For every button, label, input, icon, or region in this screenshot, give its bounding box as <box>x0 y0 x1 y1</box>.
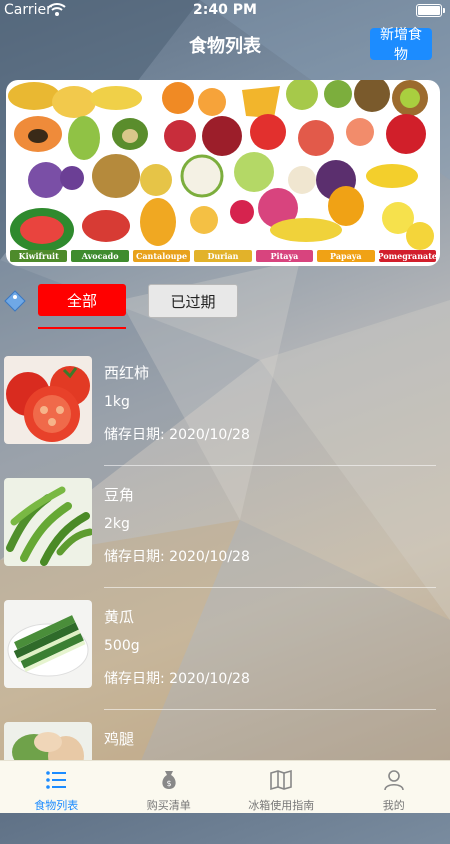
tabbar-item-mine[interactable]: 我的 <box>338 761 450 813</box>
green-beans-image <box>4 478 92 566</box>
food-item-green-beans[interactable]: 豆角 2kg 储存日期: 2020/10/28 <box>0 478 450 600</box>
food-quantity: 2kg <box>104 516 130 532</box>
food-storage-date: 储存日期: 2020/10/28 <box>104 668 250 688</box>
food-name: 西红柿 <box>104 362 149 383</box>
tabbar-label: 我的 <box>383 797 405 813</box>
fruit-label-avocado: Avocado <box>71 250 128 262</box>
fruit-name-strip: Kiwifruit Avocado Cantaloupe Durian Pita… <box>10 250 436 262</box>
tabbar-item-shopping-list[interactable]: $ 购买清单 <box>113 761 226 813</box>
svg-text:$: $ <box>166 779 171 788</box>
food-name: 豆角 <box>104 484 134 505</box>
fruit-label-durian: Durian <box>194 250 251 262</box>
tab-expired[interactable]: 已过期 <box>148 284 238 318</box>
food-name: 黄瓜 <box>104 606 134 627</box>
add-food-button[interactable]: 新增食物 <box>370 28 432 60</box>
cucumber-image <box>4 600 92 688</box>
tabbar-item-food-list[interactable]: 食物列表 <box>0 761 113 813</box>
tabbar-label: 购买清单 <box>147 797 191 813</box>
tab-all[interactable]: 全部 <box>38 284 126 316</box>
fruit-illustration <box>6 80 440 266</box>
fruit-label-pitaya: Pitaya <box>256 250 313 262</box>
food-storage-date: 储存日期: 2020/10/28 <box>104 546 250 566</box>
bottom-tab-bar: 食物列表 $ 购买清单 冰箱使用指南 我的 <box>0 760 450 813</box>
fruit-banner-image: Kiwifruit Avocado Cantaloupe Durian Pita… <box>6 80 440 266</box>
tag-icon <box>4 290 26 312</box>
person-icon <box>381 767 407 793</box>
list-icon <box>43 767 69 793</box>
food-storage-date: 储存日期: 2020/10/28 <box>104 424 250 444</box>
tabbar-label: 冰箱使用指南 <box>248 797 314 813</box>
clock: 2:40 PM <box>0 2 450 18</box>
money-bag-icon: $ <box>156 767 182 793</box>
book-icon <box>268 767 294 793</box>
battery-icon <box>416 4 442 17</box>
divider <box>104 587 436 588</box>
divider <box>104 465 436 466</box>
food-item-tomato[interactable]: 西红柿 1kg 储存日期: 2020/10/28 <box>0 356 450 478</box>
tabbar-label: 食物列表 <box>34 797 78 813</box>
fruit-label-kiwifruit: Kiwifruit <box>10 250 67 262</box>
status-bar: Carrier 2:40 PM <box>0 0 450 22</box>
divider <box>104 709 436 710</box>
tomato-image <box>4 356 92 444</box>
food-quantity: 1kg <box>104 394 130 410</box>
fruit-label-cantaloupe: Cantaloupe <box>133 250 190 262</box>
tabbar-item-fridge-guide[interactable]: 冰箱使用指南 <box>225 761 338 813</box>
fruit-label-papaya: Papaya <box>317 250 374 262</box>
food-quantity: 500g <box>104 638 140 654</box>
food-name: 鸡腿 <box>104 728 134 749</box>
active-tab-indicator <box>38 327 126 329</box>
fruit-label-pomegranate: Pomegranate <box>379 250 436 262</box>
food-item-cucumber[interactable]: 黄瓜 500g 储存日期: 2020/10/28 <box>0 600 450 722</box>
